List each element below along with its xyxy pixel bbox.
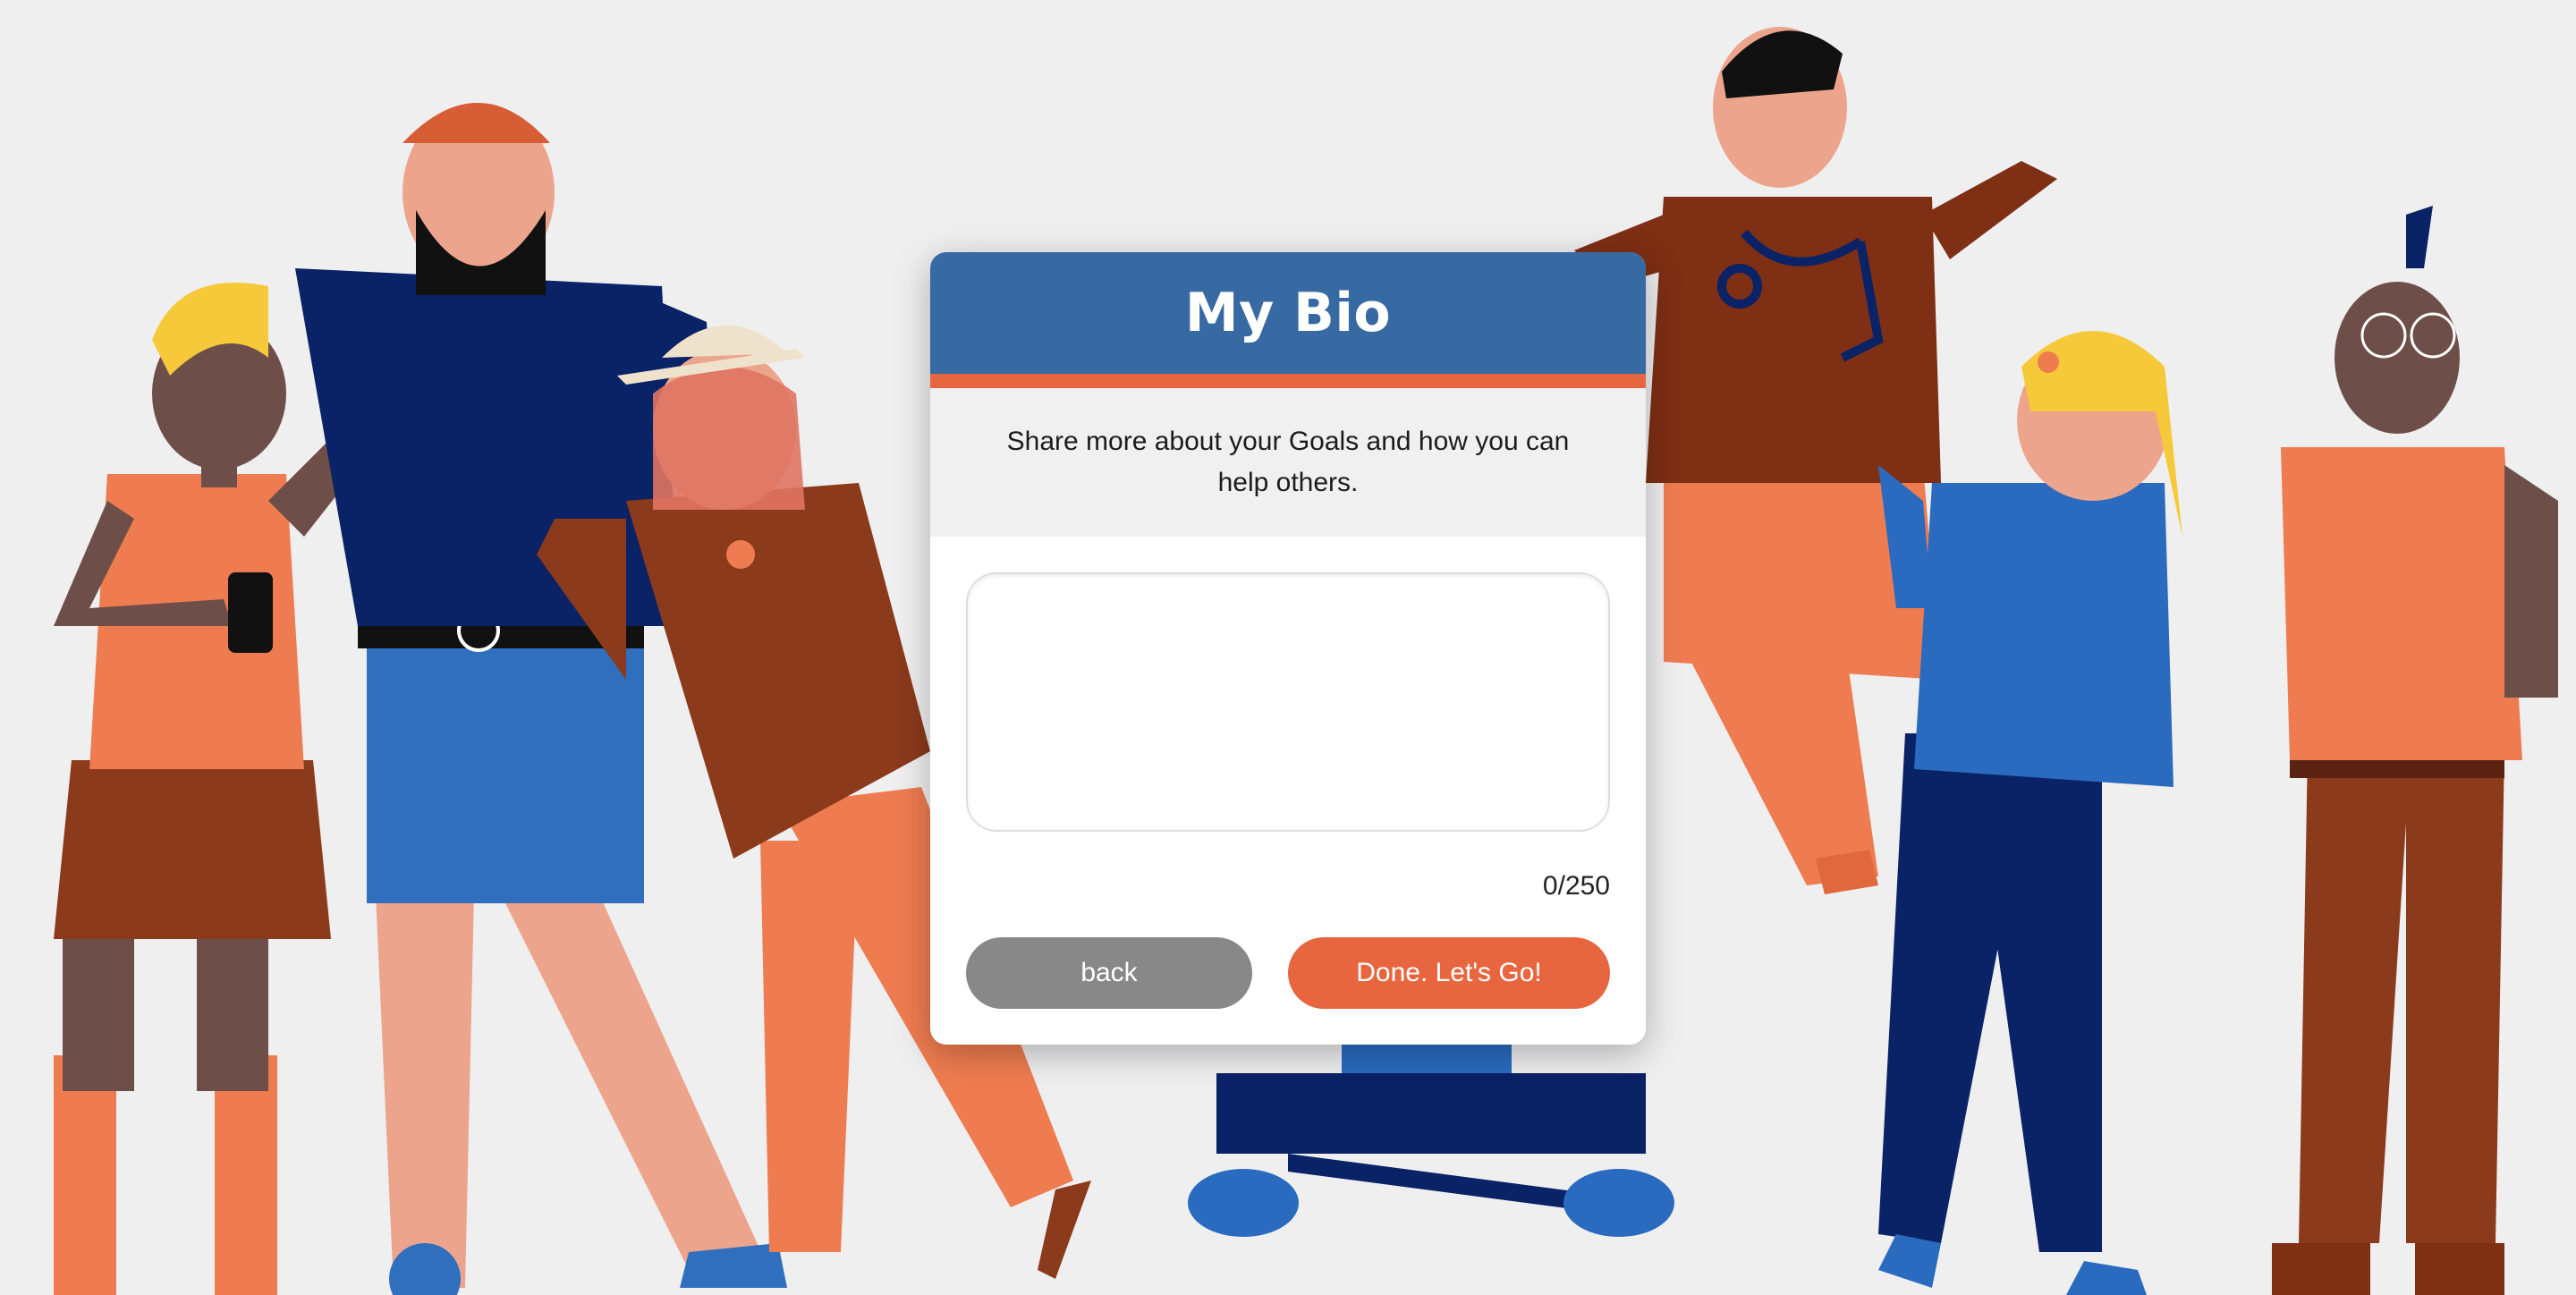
bio-textarea[interactable] [966,572,1610,832]
modal-header: My Bio [930,252,1646,374]
bio-modal: My Bio Share more about your Goals and h… [930,252,1646,1045]
subtitle-band: Share more about your Goals and how you … [930,388,1646,537]
modal-title: My Bio [1184,282,1392,344]
character-count: 0/250 [1542,871,1610,901]
back-button[interactable]: back [966,937,1252,1009]
person-man-glasses [2272,206,2558,1295]
person-sitting [1188,1028,1674,1237]
modal-subtitle: Share more about your Goals and how you … [1006,427,1570,497]
done-button[interactable]: Done. Let's Go! [1288,937,1610,1009]
header-accent-bar [930,374,1646,388]
